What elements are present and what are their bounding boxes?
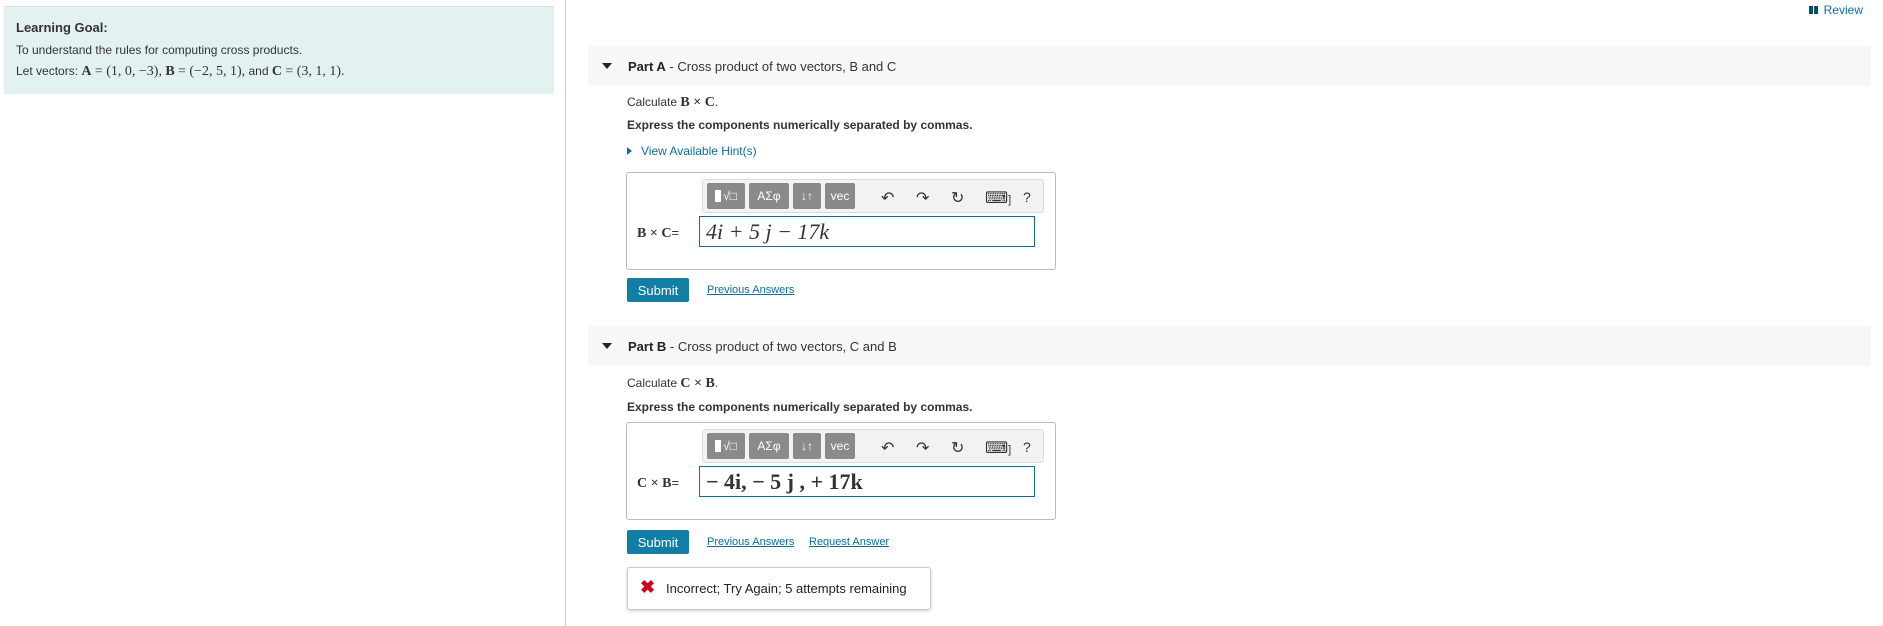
redo-icon[interactable]: ↷ — [916, 438, 929, 458]
part-a-express-instruction: Express the components numerically separ… — [627, 118, 973, 132]
reset-icon[interactable]: ↻ — [951, 438, 964, 458]
keyboard-icon[interactable]: ⌨] — [985, 438, 1011, 458]
view-hints-label: View Available Hint(s) — [641, 144, 757, 158]
collapse-triangle-icon — [602, 343, 612, 349]
part-a-submit-button[interactable]: Submit — [627, 278, 689, 302]
feedback-text: Incorrect; Try Again; 5 attempts remaini… — [666, 581, 907, 596]
part-b-submit-button[interactable]: Submit — [627, 530, 689, 554]
part-b-question: Calculate C × B. — [627, 376, 719, 391]
math-toolbar: √□ ΑΣφ ↓↑ vec ↶ ↷ ↻ ⌨] ? — [702, 179, 1044, 213]
part-a-previous-answers-link[interactable]: Previous Answers — [707, 284, 794, 296]
review-link[interactable]: Review — [1808, 3, 1863, 17]
help-button[interactable]: ? — [1023, 439, 1031, 455]
incorrect-feedback: ✖ Incorrect; Try Again; 5 attempts remai… — [627, 567, 931, 610]
learning-goal-vectors: Let vectors: A = (1, 0, −3), B = (−2, 5,… — [16, 64, 345, 80]
part-a-answer-input[interactable]: 4i + 5 j − 17k — [699, 216, 1035, 247]
book-icon — [1808, 6, 1819, 14]
learning-goal-panel: Learning Goal: To understand the rules f… — [4, 6, 554, 94]
vector-b-name: B — [165, 64, 175, 79]
vector-a-name: A — [81, 64, 92, 79]
review-label: Review — [1823, 3, 1863, 17]
part-b-express-instruction: Express the components numerically separ… — [627, 400, 973, 414]
part-a-title: Part A - Cross product of two vectors, B… — [628, 59, 897, 74]
expand-triangle-icon — [627, 147, 632, 155]
sub-sup-button[interactable]: ↓↑ — [793, 183, 821, 209]
part-b-answer-box: √□ ΑΣφ ↓↑ vec ↶ ↷ ↻ ⌨] ? C × B= − 4i, − … — [626, 422, 1056, 520]
request-answer-link[interactable]: Request Answer — [809, 536, 889, 548]
symbols-button[interactable]: ΑΣφ — [749, 433, 789, 459]
view-hints-toggle[interactable]: View Available Hint(s) — [627, 144, 757, 158]
part-b-header[interactable]: Part B - Cross product of two vectors, C… — [588, 326, 1871, 366]
vec-button[interactable]: vec — [825, 183, 855, 209]
vec-button[interactable]: vec — [825, 433, 855, 459]
keyboard-icon[interactable]: ⌨] — [985, 188, 1011, 208]
reset-icon[interactable]: ↻ — [951, 188, 964, 208]
learning-goal-title: Learning Goal: — [16, 20, 108, 35]
part-a-answer-box: √□ ΑΣφ ↓↑ vec ↶ ↷ ↻ ⌨] ? B × C= 4i + 5 j… — [626, 172, 1056, 270]
symbols-button[interactable]: ΑΣφ — [749, 183, 789, 209]
undo-icon[interactable]: ↶ — [881, 188, 894, 208]
vectors-and: and — [248, 64, 269, 78]
sub-sup-button[interactable]: ↓↑ — [793, 433, 821, 459]
error-x-icon: ✖ — [640, 577, 656, 597]
vector-b-value: = (−2, 5, 1), — [178, 64, 246, 79]
help-button[interactable]: ? — [1023, 189, 1031, 205]
part-a-question: Calculate B × C. — [627, 95, 719, 110]
vector-c-value: = (3, 1, 1). — [285, 64, 345, 79]
templates-button[interactable]: √□ — [707, 433, 745, 459]
collapse-triangle-icon — [602, 63, 612, 69]
vector-a-value: = (1, 0, −3), — [94, 64, 162, 79]
part-b-answer-input[interactable]: − 4i, − 5 j , + 17k — [699, 466, 1035, 497]
part-a-header[interactable]: Part A - Cross product of two vectors, B… — [588, 46, 1871, 86]
part-b-title: Part B - Cross product of two vectors, C… — [628, 339, 897, 354]
templates-button[interactable]: √□ — [707, 183, 745, 209]
part-b-equation-label: C × B= — [637, 475, 680, 491]
vectors-prefix: Let vectors: — [16, 64, 79, 78]
vector-c-name: C — [271, 64, 282, 79]
panel-divider — [565, 0, 566, 626]
part-a-equation-label: B × C= — [637, 225, 680, 241]
part-b-previous-answers-link[interactable]: Previous Answers — [707, 536, 794, 548]
math-toolbar: √□ ΑΣφ ↓↑ vec ↶ ↷ ↻ ⌨] ? — [702, 429, 1044, 463]
redo-icon[interactable]: ↷ — [916, 188, 929, 208]
undo-icon[interactable]: ↶ — [881, 438, 894, 458]
learning-goal-description: To understand the rules for computing cr… — [16, 43, 303, 57]
